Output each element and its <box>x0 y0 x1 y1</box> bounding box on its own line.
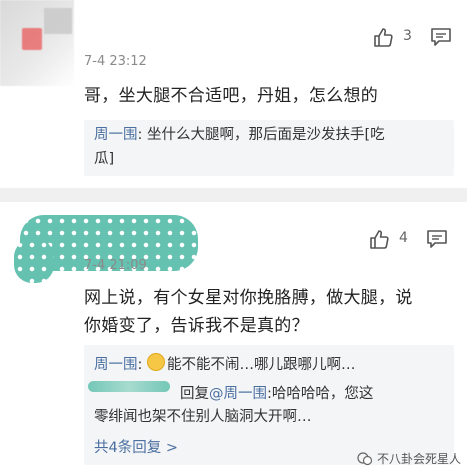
avatar[interactable] <box>0 0 74 86</box>
like-count: 4 <box>399 230 408 246</box>
thumbs-up-icon[interactable] <box>372 26 394 48</box>
comment-time: 7-4 21:09 <box>84 258 147 273</box>
more-replies-link[interactable]: 共4条回复 > <box>94 437 178 460</box>
avatar-blur-patch <box>14 239 54 283</box>
reply-line: 周一围: 坐什么大腿啊，那后面是沙发扶手[吃 <box>94 124 385 147</box>
comment-icon[interactable] <box>426 228 448 250</box>
watermark: 不八卦会死星人 <box>357 450 461 467</box>
wechat-logo-icon <box>357 451 373 465</box>
reply-text: 能不能不闹…哪儿跟哪儿啊… <box>167 357 356 373</box>
comment-time: 7-4 23:12 <box>84 54 147 69</box>
thumbs-up-icon[interactable] <box>368 228 390 250</box>
comment-text: 你婚变了，告诉我不是真的？ <box>84 316 309 336</box>
reply-author[interactable]: 周一围 <box>94 127 138 143</box>
reply-box[interactable]: 周一围: 能不能不闹…哪儿跟哪儿啊… 回复@周一围:哈哈哈哈，您这 零绯闻也架不… <box>84 345 454 465</box>
reply-box[interactable]: 周一围: 坐什么大腿啊，那后面是沙发扶手[吃 瓜] <box>84 120 454 176</box>
reply-prefix: 回复 <box>180 386 209 402</box>
comment-text: 网上说，有个女星对你挽胳膊，做大腿，说 <box>84 288 413 308</box>
reply-text: :哈哈哈哈，您这 <box>267 386 374 402</box>
comment-icon[interactable] <box>430 26 452 48</box>
like-count: 3 <box>403 28 412 44</box>
section-divider <box>0 188 467 202</box>
grin-emoji-icon <box>147 353 165 371</box>
blurred-username <box>88 381 170 392</box>
avatar-blur-patch <box>44 8 72 34</box>
reply-text: 瓜] <box>94 151 115 167</box>
avatar-blur-patch <box>22 28 42 50</box>
reply-text: 零绯闻也架不住别人脑洞大开啊… <box>94 409 312 425</box>
reply-mention[interactable]: @周一围 <box>209 386 267 402</box>
reply-line: 周一围: 能不能不闹…哪儿跟哪儿啊… <box>94 353 356 377</box>
reply-text: : 坐什么大腿啊，那后面是沙发扶手[吃 <box>137 127 385 143</box>
watermark-text: 不八卦会死星人 <box>376 452 461 466</box>
comment-text: 哥，坐大腿不合适吧，丹姐，怎么想的 <box>84 86 379 106</box>
reply-author[interactable]: 周一围 <box>94 357 138 373</box>
